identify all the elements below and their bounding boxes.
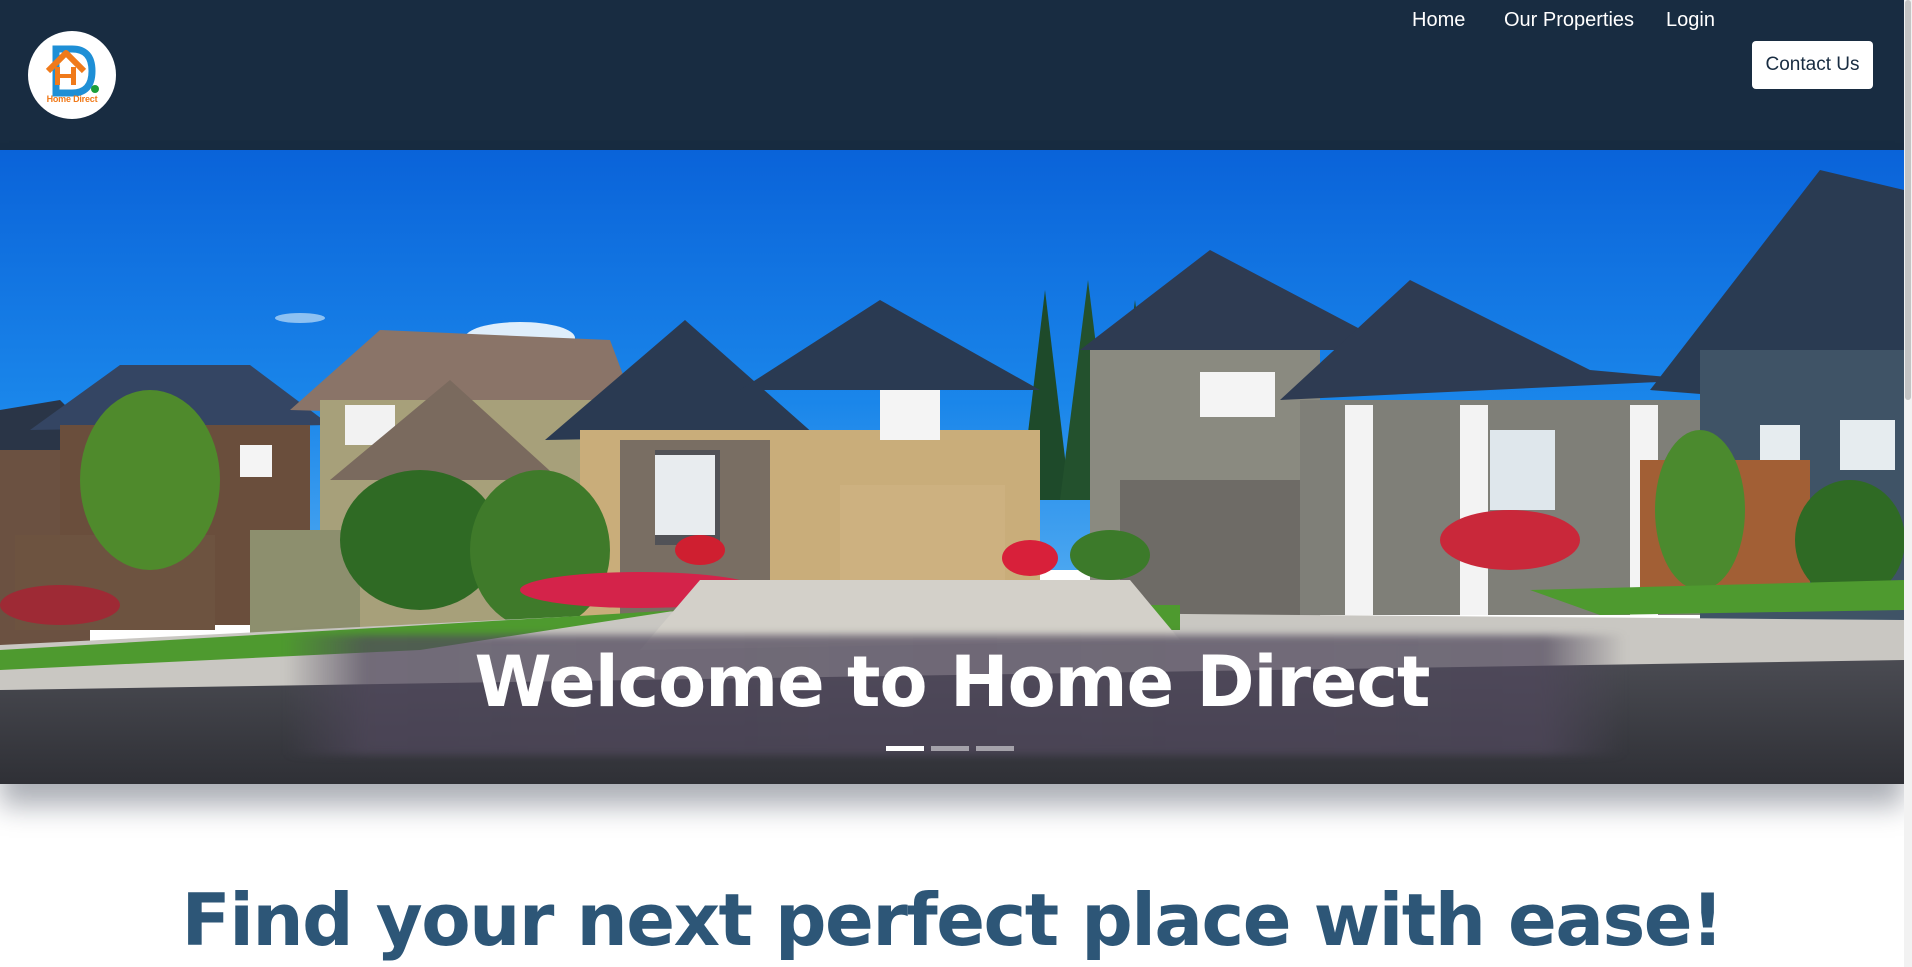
contact-us-button[interactable]: Contact Us [1752, 41, 1873, 89]
carousel-indicators [886, 746, 1016, 754]
nav-home[interactable]: Home [1412, 0, 1465, 40]
logo-text: Home Direct [46, 94, 98, 104]
nav-login[interactable]: Login [1666, 0, 1715, 40]
carousel-indicator-2[interactable] [931, 746, 969, 751]
tagline-heading: Find your next perfect place with ease! [181, 878, 1724, 962]
home-direct-logo-icon [45, 45, 99, 97]
carousel-indicator-1[interactable] [886, 746, 924, 751]
hero-title: Welcome to Home Direct [474, 641, 1431, 723]
navbar: Home Direct Home Our Properties Login Co… [0, 0, 1904, 150]
hero-carousel: Welcome to Home Direct [0, 150, 1904, 784]
carousel-indicator-3[interactable] [976, 746, 1014, 751]
scrollbar-thumb[interactable] [1905, 0, 1911, 400]
home-direct-logo[interactable]: Home Direct [28, 31, 116, 119]
nav-our-properties[interactable]: Our Properties [1504, 0, 1634, 40]
page-scrollbar[interactable] [1904, 0, 1912, 967]
page: Home Direct Home Our Properties Login Co… [0, 0, 1912, 967]
